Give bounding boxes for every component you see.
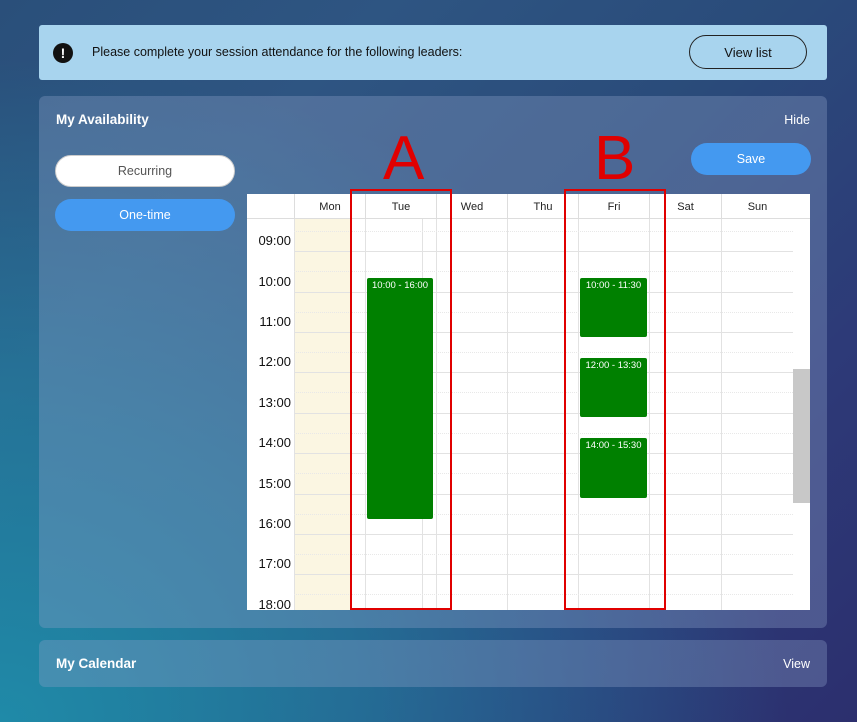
calendar-panel: My Calendar View bbox=[39, 640, 827, 687]
banner-message: Please complete your session attendance … bbox=[92, 45, 463, 59]
scrollbar-thumb[interactable] bbox=[793, 369, 810, 503]
annotation-box-a bbox=[350, 189, 452, 610]
time-label: 15:00 bbox=[258, 476, 291, 491]
availability-calendar-grid[interactable]: Mon Tue Wed Thu Fri Sat Sun 09:00 10:00 … bbox=[247, 194, 810, 610]
availability-title: My Availability bbox=[56, 112, 149, 127]
attendance-banner: ! Please complete your session attendanc… bbox=[39, 25, 827, 80]
time-grid-body[interactable]: 09:00 10:00 11:00 12:00 13:00 14:00 15:0… bbox=[247, 219, 793, 610]
save-button[interactable]: Save bbox=[691, 143, 811, 175]
time-label: 11:00 bbox=[259, 314, 291, 329]
day-header-row: Mon Tue Wed Thu Fri Sat Sun bbox=[247, 194, 810, 219]
today-column-highlight bbox=[294, 219, 351, 610]
day-header-sun: Sun bbox=[721, 194, 793, 219]
time-label: 16:00 bbox=[258, 516, 291, 531]
time-label: 10:00 bbox=[258, 274, 291, 289]
time-label: 12:00 bbox=[258, 354, 291, 369]
calendar-view-link[interactable]: View bbox=[783, 657, 810, 671]
calendar-title: My Calendar bbox=[56, 656, 137, 671]
time-label: 14:00 bbox=[258, 435, 291, 450]
time-label: 13:00 bbox=[258, 395, 291, 410]
grid-scrollbar[interactable] bbox=[793, 219, 810, 610]
recurring-button[interactable]: Recurring bbox=[55, 155, 235, 187]
time-label: 09:00 bbox=[258, 233, 291, 248]
hide-link[interactable]: Hide bbox=[784, 113, 810, 127]
time-label: 17:00 bbox=[258, 556, 291, 571]
time-label: 18:00 bbox=[258, 597, 291, 610]
annotation-box-b bbox=[564, 189, 666, 610]
annotation-label-a: A bbox=[383, 124, 425, 193]
exclamation-icon: ! bbox=[53, 43, 73, 63]
one-time-button[interactable]: One-time bbox=[55, 199, 235, 231]
view-list-button[interactable]: View list bbox=[689, 35, 807, 69]
annotation-label-b: B bbox=[594, 124, 636, 193]
